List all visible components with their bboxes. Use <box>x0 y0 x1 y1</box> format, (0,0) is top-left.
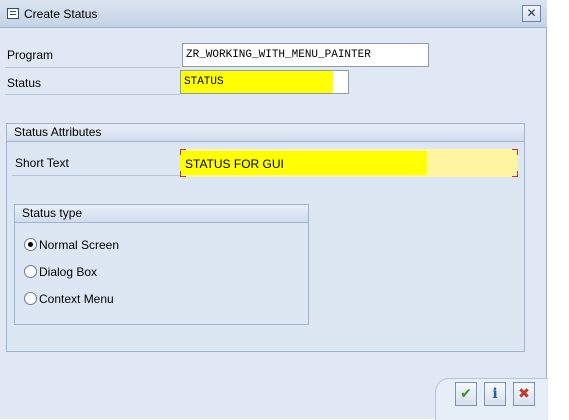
dialog-titlebar: Create Status ✕ <box>0 0 547 28</box>
program-label: Program <box>7 48 54 62</box>
focus-corner-top-right <box>512 149 518 155</box>
short-text-label-underline <box>12 175 180 176</box>
radio-label: Dialog Box <box>39 265 98 279</box>
dialog-title: Create Status <box>24 7 98 21</box>
status-label: Status <box>7 76 42 90</box>
program-label-underline <box>5 67 180 68</box>
short-text-label: Short Text <box>15 156 69 170</box>
status-label-underline <box>5 94 180 95</box>
radio-normal-screen[interactable]: Normal Screen <box>24 238 119 254</box>
radio-checked-icon[interactable] <box>24 238 37 251</box>
info-button[interactable]: i <box>484 382 506 406</box>
radio-unchecked-icon[interactable] <box>24 292 37 305</box>
status-attributes-title: Status Attributes <box>7 124 524 142</box>
radio-label: Normal Screen <box>39 238 120 252</box>
create-status-icon <box>7 8 19 19</box>
program-field[interactable]: ZR_WORKING_WITH_MENU_PAINTER <box>182 43 429 67</box>
focus-corner-top-left <box>180 149 186 155</box>
short-text-field[interactable]: STATUS FOR GUI <box>180 149 518 177</box>
status-value: STATUS <box>184 76 224 88</box>
radio-unchecked-icon[interactable] <box>24 265 37 278</box>
confirm-button[interactable]: ✔ <box>455 382 477 406</box>
radio-dialog-box[interactable]: Dialog Box <box>24 265 97 281</box>
status-type-group: Status type Normal Screen Dialog Box Con… <box>14 204 309 325</box>
focus-corner-bottom-left <box>180 171 186 177</box>
focus-corner-bottom-right <box>512 171 518 177</box>
radio-label: Context Menu <box>39 292 114 306</box>
radio-context-menu[interactable]: Context Menu <box>24 292 114 308</box>
status-type-title: Status type <box>15 205 308 223</box>
short-text-value: STATUS FOR GUI <box>185 157 284 171</box>
cancel-button[interactable]: ✖ <box>513 382 535 406</box>
close-button[interactable]: ✕ <box>522 5 541 22</box>
program-value: ZR_WORKING_WITH_MENU_PAINTER <box>186 49 371 61</box>
status-field[interactable]: STATUS <box>180 70 349 94</box>
